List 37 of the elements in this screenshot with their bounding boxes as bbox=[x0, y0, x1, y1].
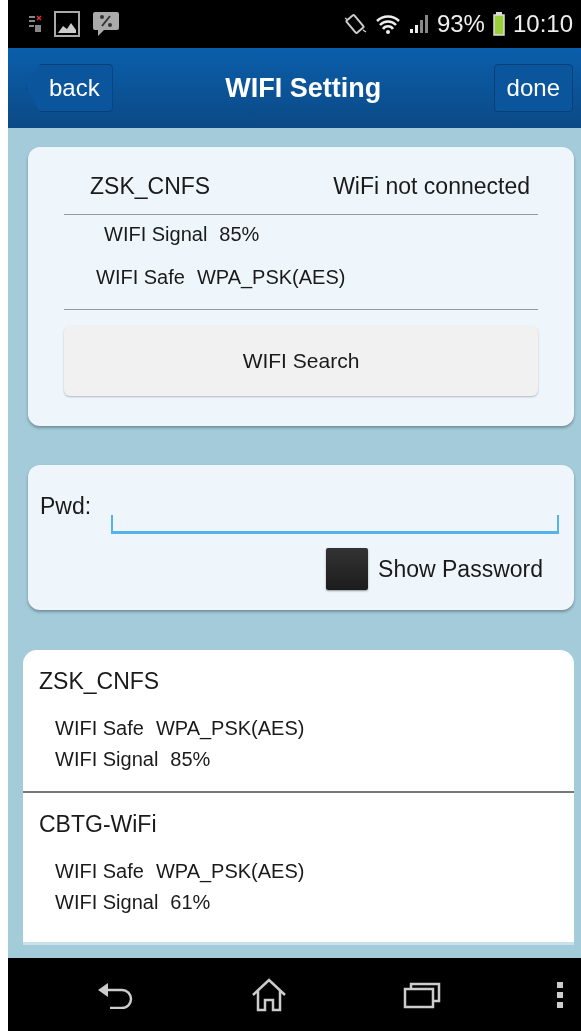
notification-icon bbox=[28, 14, 42, 34]
wifi-search-button[interactable]: WIFI Search bbox=[64, 326, 538, 396]
picture-icon bbox=[54, 11, 80, 37]
wifi-icon bbox=[374, 12, 401, 36]
password-field[interactable] bbox=[111, 515, 559, 534]
signal-label: WIFI Signal bbox=[55, 890, 159, 915]
password-label: Pwd: bbox=[40, 493, 92, 520]
security-label: WIFI Safe bbox=[96, 266, 185, 289]
network-name: ZSK_CNFS bbox=[90, 173, 211, 200]
network-item[interactable]: ZSK_CNFS WIFI Safe WPA_PSK(AES) WIFI Signal 85% bbox=[23, 650, 574, 791]
battery-percentage: 93% bbox=[436, 10, 485, 38]
signal-value: 85% bbox=[219, 223, 260, 246]
security-label: WIFI Safe bbox=[55, 859, 144, 884]
network-name: CBTG-WiFi bbox=[39, 811, 158, 838]
security-value: WPA_PSK(AES) bbox=[196, 266, 346, 289]
security-value: WPA_PSK(AES) bbox=[155, 716, 305, 742]
show-password-label: Show Password bbox=[378, 555, 543, 583]
signal-label: WIFI Signal bbox=[55, 747, 159, 772]
screen-title: WIFI Setting bbox=[225, 72, 382, 104]
security-value: WPA_PSK(AES) bbox=[155, 859, 305, 885]
signal-label: WIFI Signal bbox=[104, 223, 208, 246]
clock: 10:10 bbox=[512, 10, 573, 38]
chat-bubble-icon bbox=[92, 10, 120, 38]
battery-icon bbox=[492, 12, 505, 36]
menu-icon[interactable] bbox=[557, 981, 564, 1008]
vibrate-icon bbox=[342, 12, 367, 36]
back-button[interactable]: back bbox=[26, 64, 113, 112]
security-label: WIFI Safe bbox=[55, 716, 144, 741]
network-name: ZSK_CNFS bbox=[39, 668, 161, 695]
network-item[interactable]: CBTG-WiFi WIFI Safe WPA_PSK(AES) WIFI Signal 61% bbox=[23, 791, 574, 934]
signal-icon bbox=[408, 14, 429, 34]
signal-value: 85% bbox=[170, 747, 211, 772]
signal-value: 61% bbox=[170, 890, 211, 915]
connection-status: WiFi not connected bbox=[333, 173, 530, 200]
done-button[interactable]: done bbox=[493, 64, 573, 112]
show-password-checkbox[interactable] bbox=[326, 548, 369, 590]
recent-apps-icon[interactable] bbox=[403, 980, 442, 1009]
